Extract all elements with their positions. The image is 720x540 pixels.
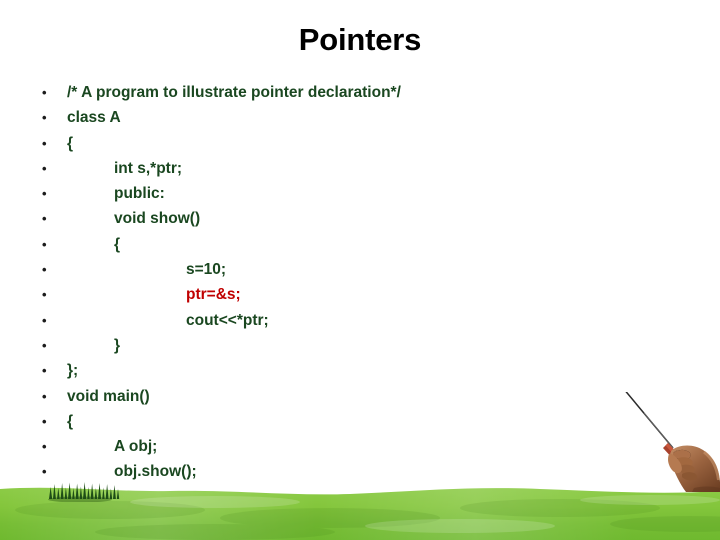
code-line-text: { bbox=[67, 134, 74, 152]
bullet-icon: • bbox=[42, 186, 47, 202]
bullet-icon: • bbox=[42, 110, 47, 126]
code-line-text: { bbox=[114, 235, 121, 253]
code-bullet-list: • /* A program to illustrate pointer decl… bbox=[0, 80, 720, 510]
code-line-text: void show() bbox=[114, 210, 201, 228]
slide-canvas: Pointers • /* A program to illustrate poi… bbox=[0, 0, 720, 540]
code-line: • cout<<*ptr; bbox=[0, 308, 720, 333]
bullet-icon: • bbox=[42, 236, 47, 252]
code-line-text: class A bbox=[67, 109, 121, 127]
code-line-text: void main() bbox=[67, 387, 150, 405]
code-line-text: ptr=&s; bbox=[186, 286, 241, 304]
bullet-icon: • bbox=[42, 413, 47, 429]
code-line-text: s=10; bbox=[186, 261, 227, 279]
bullet-icon: • bbox=[42, 312, 47, 328]
hand-holding-pointer-stick-image bbox=[624, 392, 720, 492]
code-line-text: public: bbox=[114, 185, 165, 203]
code-line-text: } bbox=[114, 336, 121, 354]
code-line: •}; bbox=[0, 358, 720, 383]
code-line: • /* A program to illustrate pointer decl… bbox=[0, 80, 720, 105]
code-line-text: { bbox=[67, 412, 74, 430]
code-line: •{ bbox=[0, 409, 720, 434]
code-line: • void main() bbox=[0, 384, 720, 409]
code-line: • ptr=&s; bbox=[0, 282, 720, 307]
page-title: Pointers bbox=[298, 22, 422, 57]
bullet-icon: • bbox=[42, 85, 47, 100]
bullet-icon: • bbox=[42, 211, 47, 227]
code-line: •{ bbox=[0, 232, 720, 257]
code-line: •{ bbox=[0, 131, 720, 156]
bullet-icon: • bbox=[42, 388, 47, 404]
grass-tuft-icon bbox=[46, 480, 122, 502]
code-line-text: cout<<*ptr; bbox=[186, 311, 269, 329]
bullet-icon: • bbox=[42, 160, 47, 176]
code-line: • void show() bbox=[0, 206, 720, 231]
code-line: • s=10; bbox=[0, 257, 720, 282]
bullet-icon: • bbox=[42, 439, 47, 455]
code-line: • int s,*ptr; bbox=[0, 156, 720, 181]
bullet-icon: • bbox=[42, 287, 47, 303]
code-line-text: }; bbox=[67, 362, 79, 380]
code-line-text: A obj; bbox=[114, 438, 158, 456]
code-line: • public: bbox=[0, 181, 720, 206]
bullet-icon: • bbox=[42, 262, 47, 278]
code-line: • class A bbox=[0, 105, 720, 130]
code-line-text: int s,*ptr; bbox=[114, 159, 183, 177]
bullet-icon: • bbox=[42, 363, 47, 379]
code-line: •} bbox=[0, 333, 720, 358]
code-line: • A obj; bbox=[0, 434, 720, 459]
bullet-icon: • bbox=[42, 337, 47, 353]
bullet-icon: • bbox=[42, 135, 47, 151]
code-line-text: /* A program to illustrate pointer decla… bbox=[67, 84, 401, 101]
